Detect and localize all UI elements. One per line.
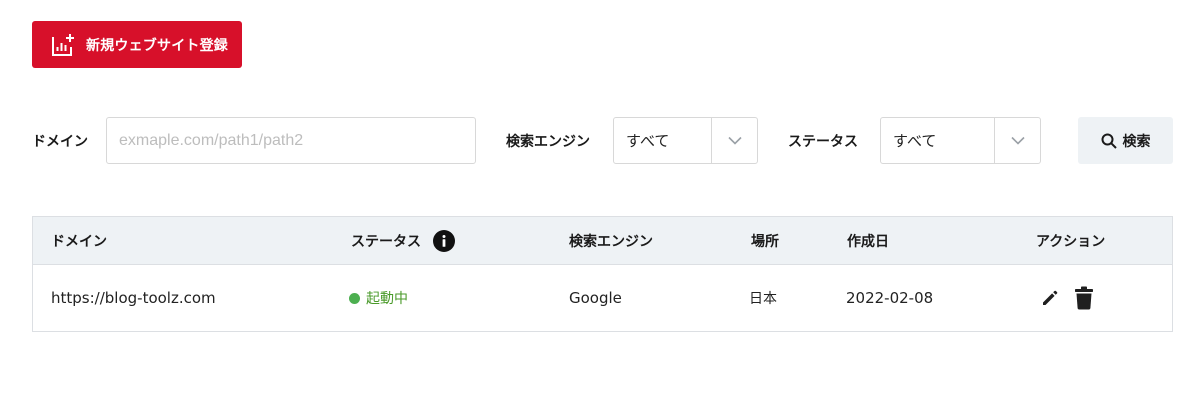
engine-select[interactable]: すべて <box>613 117 758 164</box>
register-website-label: 新規ウェブサイト登録 <box>86 37 228 54</box>
table-row: https://blog-toolz.com 起動中 Google 日本 202… <box>33 265 1172 331</box>
search-button-label: 検索 <box>1122 133 1151 150</box>
header-engine: 検索エンジン <box>569 233 653 250</box>
row-engine: Google <box>569 289 622 307</box>
header-status-label: ステータス <box>351 233 421 250</box>
row-domain: https://blog-toolz.com <box>51 289 216 307</box>
domain-input[interactable] <box>106 117 476 164</box>
domain-filter-label: ドメイン <box>32 134 88 150</box>
row-created: 2022-02-08 <box>846 289 934 307</box>
header-actions: アクション <box>1036 233 1106 250</box>
website-table: ドメイン ステータス 検索エンジン 場所 作成日 アクション https://b… <box>32 216 1173 332</box>
engine-select-value: すべて <box>626 132 670 150</box>
status-dot <box>349 292 360 304</box>
register-website-button[interactable]: 新規ウェブサイト登録 <box>32 21 242 68</box>
header-domain: ドメイン <box>51 233 107 250</box>
row-actions <box>1040 265 1094 331</box>
info-icon[interactable] <box>433 229 455 252</box>
chart-add-icon <box>50 32 76 58</box>
chevron-down-icon[interactable] <box>711 118 757 163</box>
status-select-value: すべて <box>893 132 937 150</box>
edit-pencil-icon[interactable] <box>1040 288 1060 308</box>
header-created: 作成日 <box>847 233 889 250</box>
table-header: ドメイン ステータス 検索エンジン 場所 作成日 アクション <box>33 217 1172 265</box>
status-select[interactable]: すべて <box>880 117 1041 164</box>
search-button[interactable]: 検索 <box>1078 117 1173 164</box>
row-status-label: 起動中 <box>366 291 408 307</box>
header-location: 場所 <box>751 233 779 250</box>
engine-filter-label: 検索エンジン <box>506 134 590 150</box>
trash-icon[interactable] <box>1074 286 1094 310</box>
row-status: 起動中 <box>349 265 408 331</box>
search-icon <box>1101 133 1117 149</box>
status-filter-label: ステータス <box>788 134 858 150</box>
row-location: 日本 <box>749 291 777 307</box>
header-status: ステータス <box>351 217 455 264</box>
chevron-down-icon[interactable] <box>994 118 1040 163</box>
